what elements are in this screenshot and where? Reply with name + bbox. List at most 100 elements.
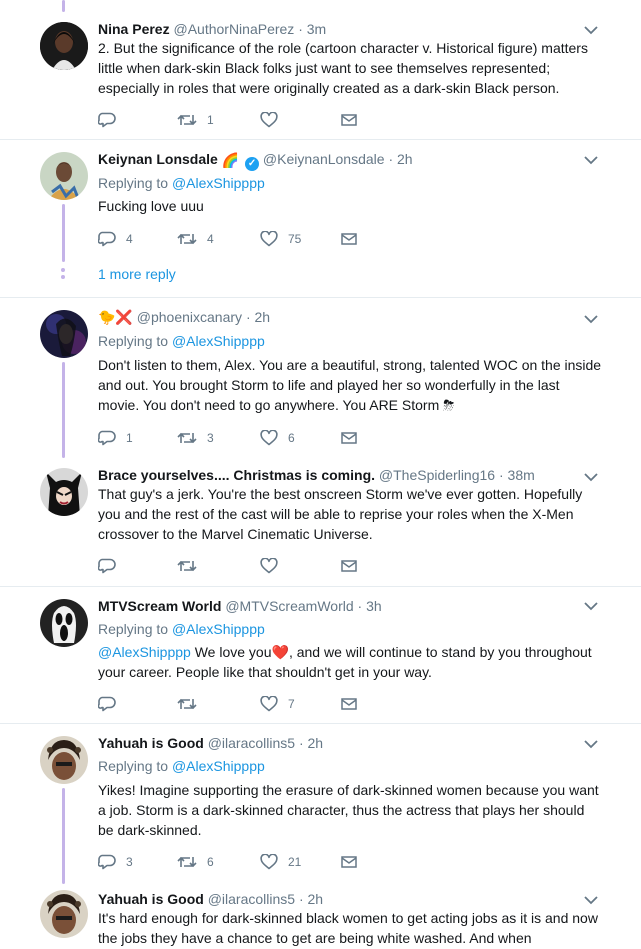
timestamp[interactable]: 2h bbox=[308, 735, 324, 751]
tweet-header: Keiynan Lonsdale 🌈 ✓ @KeiynanLonsdale · … bbox=[98, 150, 413, 171]
retweet-button[interactable]: 6 bbox=[177, 852, 214, 872]
mention-link[interactable]: @AlexShipppp bbox=[172, 175, 265, 191]
reply-button[interactable]: 1 bbox=[98, 428, 133, 448]
dot-separator: · bbox=[298, 735, 304, 751]
mention-link[interactable]: @AlexShipppp bbox=[172, 333, 265, 349]
chevron-down-icon[interactable] bbox=[584, 739, 598, 749]
reply-count: 4 bbox=[126, 232, 133, 246]
heart-icon bbox=[260, 854, 278, 870]
envelope-icon bbox=[341, 698, 357, 710]
avatar[interactable] bbox=[40, 468, 88, 516]
timestamp[interactable]: 2h bbox=[397, 151, 413, 167]
display-name[interactable]: Brace yourselves.... Christmas is coming… bbox=[98, 467, 375, 483]
timestamp[interactable]: 3h bbox=[366, 598, 382, 614]
heart-icon bbox=[260, 696, 278, 712]
envelope-icon bbox=[341, 233, 357, 245]
display-name[interactable]: MTVScream World bbox=[98, 598, 221, 614]
name-emoji: 🌈 bbox=[221, 152, 240, 168]
display-name[interactable]: Keiynan Lonsdale bbox=[98, 151, 218, 167]
display-name[interactable]: Yahuah is Good bbox=[98, 735, 204, 751]
tweet[interactable]: 🐤❌ @phoenixcanary · 2h Replying to @Alex… bbox=[0, 298, 641, 458]
timestamp[interactable]: 38m bbox=[508, 467, 535, 483]
like-count: 7 bbox=[288, 697, 295, 711]
timestamp[interactable]: 2h bbox=[308, 891, 324, 907]
replying-prefix: Replying to bbox=[98, 758, 169, 774]
chevron-down-icon[interactable] bbox=[584, 25, 598, 35]
direct-message-button[interactable] bbox=[341, 694, 357, 714]
retweet-count: 6 bbox=[207, 855, 214, 869]
tweet-text: Don't listen to them, Alex. You are a be… bbox=[98, 357, 602, 413]
tweet-header: Yahuah is Good @ilaracollins5 · 2h bbox=[98, 890, 323, 908]
username[interactable]: @AuthorNinaPerez bbox=[173, 21, 294, 37]
tweet-text: @AlexShipppp We love you❤️, and we will … bbox=[98, 642, 603, 682]
direct-message-button[interactable] bbox=[341, 110, 357, 130]
timestamp[interactable]: 3m bbox=[307, 21, 326, 37]
dot-separator: · bbox=[388, 151, 394, 167]
reply-button[interactable] bbox=[98, 556, 126, 576]
retweet-button[interactable]: 1 bbox=[177, 110, 214, 130]
envelope-icon bbox=[341, 856, 357, 868]
mention-link[interactable]: @AlexShipppp bbox=[172, 621, 265, 637]
username[interactable]: @ilaracollins5 bbox=[208, 891, 295, 907]
username[interactable]: @KeiynanLonsdale bbox=[263, 151, 385, 167]
timestamp[interactable]: 2h bbox=[255, 309, 271, 325]
retweet-button[interactable] bbox=[177, 694, 207, 714]
username[interactable]: @TheSpiderling16 bbox=[379, 467, 495, 483]
reply-button[interactable]: 3 bbox=[98, 852, 133, 872]
reply-button[interactable] bbox=[98, 694, 126, 714]
dot-separator: · bbox=[498, 467, 504, 483]
tweet[interactable]: MTVScream World @MTVScreamWorld · 3h Rep… bbox=[0, 587, 641, 723]
avatar[interactable] bbox=[40, 599, 88, 647]
avatar[interactable] bbox=[40, 736, 88, 784]
like-button[interactable] bbox=[260, 556, 288, 576]
heart-icon bbox=[260, 430, 278, 446]
display-name[interactable]: Yahuah is Good bbox=[98, 891, 204, 907]
like-button[interactable]: 7 bbox=[260, 694, 295, 714]
tweet-actions: 4 4 75 bbox=[98, 229, 398, 249]
more-replies-link[interactable]: 1 more reply bbox=[98, 265, 176, 283]
like-button[interactable] bbox=[260, 110, 288, 130]
tweet[interactable]: Yahuah is Good @ilaracollins5 · 2h Reply… bbox=[0, 724, 641, 884]
display-name[interactable]: 🐤❌ bbox=[98, 309, 133, 325]
reply-count: 3 bbox=[126, 855, 133, 869]
tweet-text: Fucking love uuu bbox=[98, 198, 204, 214]
username[interactable]: @phoenixcanary bbox=[137, 309, 242, 325]
chevron-down-icon[interactable] bbox=[584, 314, 598, 324]
chevron-down-icon[interactable] bbox=[584, 601, 598, 611]
tweet[interactable]: Yahuah is Good @ilaracollins5 · 2h It's … bbox=[0, 880, 641, 949]
reply-button[interactable]: 4 bbox=[98, 229, 133, 249]
avatar[interactable] bbox=[40, 152, 88, 200]
username[interactable]: @MTVScreamWorld bbox=[225, 598, 353, 614]
tweet-actions: 3 6 21 bbox=[98, 852, 398, 872]
direct-message-button[interactable] bbox=[341, 556, 357, 576]
chevron-down-icon[interactable] bbox=[584, 472, 598, 482]
like-button[interactable]: 21 bbox=[260, 852, 301, 872]
heart-icon bbox=[260, 231, 278, 247]
retweet-button[interactable]: 3 bbox=[177, 428, 214, 448]
display-name[interactable]: Nina Perez bbox=[98, 21, 170, 37]
retweet-button[interactable]: 4 bbox=[177, 229, 214, 249]
chevron-down-icon[interactable] bbox=[584, 895, 598, 905]
heart-emoji: ❤️ bbox=[271, 644, 289, 660]
replying-to: Replying to @AlexShipppp bbox=[98, 174, 265, 192]
like-button[interactable]: 6 bbox=[260, 428, 295, 448]
direct-message-button[interactable] bbox=[341, 229, 357, 249]
envelope-icon bbox=[341, 114, 357, 126]
mention-link[interactable]: @AlexShipppp bbox=[98, 644, 191, 660]
avatar[interactable] bbox=[40, 310, 88, 358]
direct-message-button[interactable] bbox=[341, 428, 357, 448]
chevron-down-icon[interactable] bbox=[584, 155, 598, 165]
retweet-button[interactable] bbox=[177, 556, 207, 576]
avatar[interactable] bbox=[40, 890, 88, 938]
tweet[interactable]: Nina Perez @AuthorNinaPerez · 3m 2. But … bbox=[0, 0, 641, 140]
tweet[interactable]: Brace yourselves.... Christmas is coming… bbox=[0, 456, 641, 586]
retweet-icon bbox=[177, 233, 197, 245]
mention-link[interactable]: @AlexShipppp bbox=[172, 758, 265, 774]
username[interactable]: @ilaracollins5 bbox=[208, 735, 295, 751]
avatar[interactable] bbox=[40, 22, 88, 70]
like-button[interactable]: 75 bbox=[260, 229, 301, 249]
direct-message-button[interactable] bbox=[341, 852, 357, 872]
retweet-icon bbox=[177, 114, 197, 126]
tweet[interactable]: Keiynan Lonsdale 🌈 ✓ @KeiynanLonsdale · … bbox=[0, 140, 641, 297]
reply-button[interactable] bbox=[98, 110, 126, 130]
